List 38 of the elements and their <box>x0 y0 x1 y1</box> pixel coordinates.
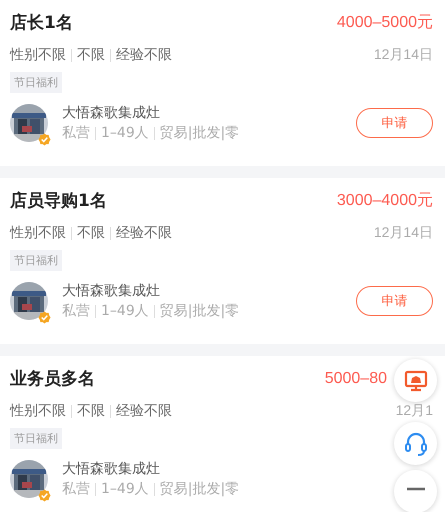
requirement: 经验不限 <box>116 402 172 420</box>
company-detail: 1–49人 <box>101 124 149 142</box>
company-detail: 贸易|批发|零 <box>160 124 240 142</box>
requirement: 经验不限 <box>116 224 172 242</box>
job-title: 店长1名 <box>10 12 73 34</box>
requirement: 性别不限 <box>10 224 66 242</box>
requirement: 不限 <box>77 402 105 420</box>
company-detail: 贸易|批发|零 <box>160 302 240 320</box>
salary: 5000–80 <box>324 370 387 388</box>
monitor-icon <box>404 368 428 392</box>
job-title: 店员导购1名 <box>10 190 107 212</box>
job-card[interactable]: 店长1名 4000–5000元 性别不限 不限 经验不限 12月14日 节日福利 大悟森歌集成灶 私营 1–49人 贸易|批发|零 申请 <box>0 0 445 166</box>
benefit-tag: 节日福利 <box>10 428 62 449</box>
company-name: 大悟森歌集成灶 <box>62 460 161 478</box>
job-card[interactable]: 店员导购1名 3000–4000元 性别不限 不限 经验不限 12月14日 节日福利 大悟森歌集成灶 私营 1–49人 贸易|批发|零 申请 <box>0 178 445 344</box>
benefit-tag: 节日福利 <box>10 72 62 93</box>
job-card[interactable]: 业务员多名 5000–80 性别不限 不限 经验不限 12月1 节日福利 大悟森歌集成灶 私营 1–49人 贸易|批发|零 <box>0 356 445 512</box>
requirement: 不限 <box>77 46 105 64</box>
company-detail: 私营 <box>62 302 90 320</box>
requirement: 经验不限 <box>116 46 172 64</box>
company-detail: 1–49人 <box>101 480 149 498</box>
requirement: 不限 <box>77 224 105 242</box>
requirement: 性别不限 <box>10 402 66 420</box>
post-date: 12月1 <box>396 402 433 420</box>
company-detail: 私营 <box>62 124 90 142</box>
headset-icon <box>404 430 428 456</box>
salary: 4000–5000元 <box>336 13 433 33</box>
post-date: 12月14日 <box>374 224 433 242</box>
benefit-tag: 节日福利 <box>10 250 62 271</box>
job-title: 业务员多名 <box>10 368 95 390</box>
company-detail: 私营 <box>62 480 90 498</box>
salary: 3000–4000元 <box>336 191 433 211</box>
company-detail: 1–49人 <box>101 302 149 320</box>
post-date: 12月14日 <box>374 46 433 64</box>
company-name: 大悟森歌集成灶 <box>62 104 161 122</box>
company-detail: 贸易|批发|零 <box>160 480 240 498</box>
company-name: 大悟森歌集成灶 <box>62 282 161 300</box>
requirement: 性别不限 <box>10 46 66 64</box>
